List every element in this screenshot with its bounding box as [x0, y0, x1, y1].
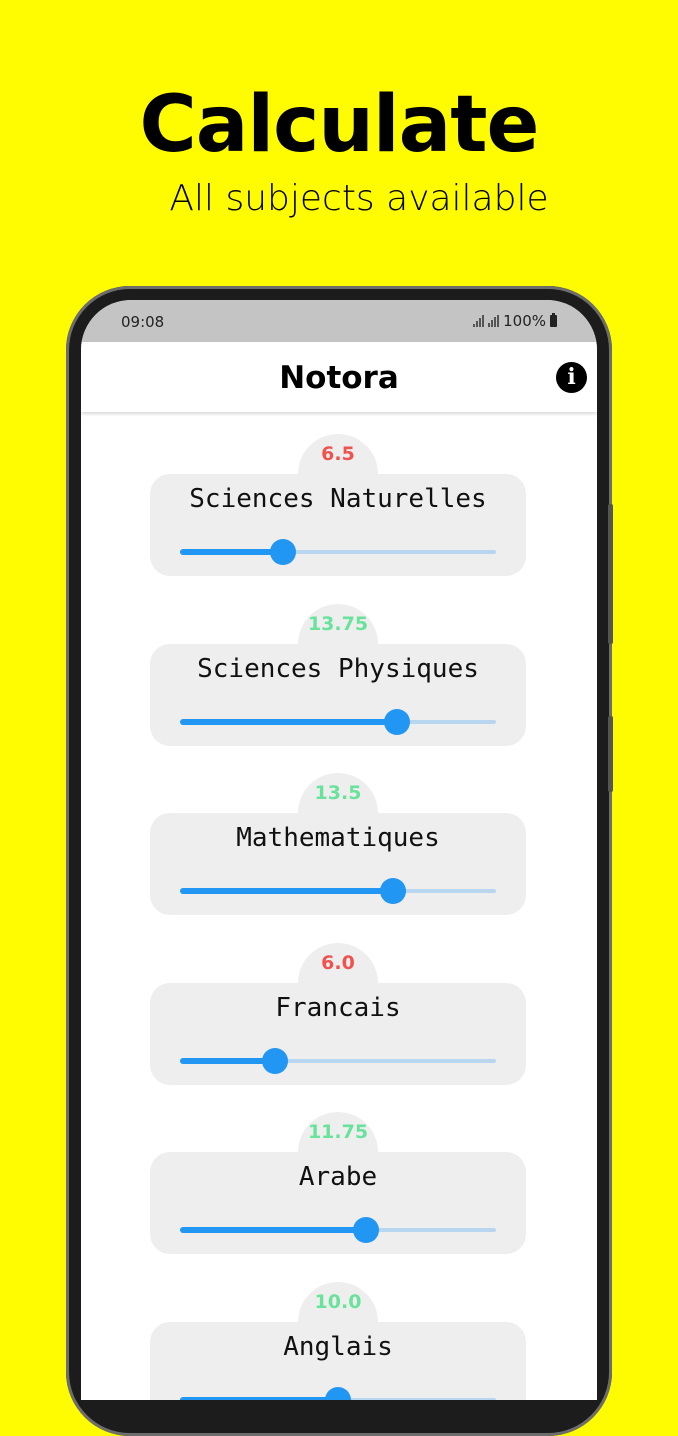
subject-card: 13.75 Sciences Physiques: [150, 603, 526, 749]
slider-thumb[interactable]: [380, 878, 407, 904]
grade-slider[interactable]: [180, 1386, 496, 1400]
wifi-signal-icon: [473, 315, 485, 327]
grade-slider[interactable]: [180, 539, 496, 565]
app-title: Notora: [279, 360, 399, 396]
status-time: 09:08: [121, 313, 165, 331]
cell-signal-icon: [488, 315, 500, 327]
status-bar: 09:08 100%: [81, 300, 597, 342]
status-indicators: 100%: [473, 312, 557, 330]
subject-card: 10.0 Anglais: [150, 1281, 526, 1400]
grade-slider[interactable]: [180, 878, 496, 904]
slider-fill: [180, 1057, 275, 1064]
subject-card-body: Sciences Naturelles: [150, 474, 526, 576]
phone-side-button: [608, 504, 613, 644]
slider-thumb[interactable]: [269, 539, 296, 565]
subject-card-body: Sciences Physiques: [150, 643, 526, 746]
slider-thumb[interactable]: [384, 708, 411, 735]
slider-fill: [180, 888, 394, 894]
battery-percent: 100%: [503, 312, 546, 330]
subject-card-body: Arabe: [150, 1152, 526, 1254]
subject-card-body: Anglais: [150, 1321, 526, 1400]
subject-card-body: Francais: [150, 982, 526, 1085]
subject-name: Sciences Naturelles: [189, 484, 487, 514]
grade-slider[interactable]: [180, 708, 496, 735]
subject-card: 6.5 Sciences Naturelles: [150, 434, 526, 579]
subject-name: Arabe: [298, 1162, 378, 1192]
slider-fill: [180, 1396, 338, 1400]
subject-name: Sciences Physiques: [197, 653, 479, 684]
slider-fill: [180, 718, 398, 725]
slider-fill: [180, 549, 283, 555]
grade-slider[interactable]: [180, 1047, 496, 1074]
slider-thumb[interactable]: [261, 1047, 288, 1074]
slider-thumb[interactable]: [352, 1217, 379, 1243]
grade-slider[interactable]: [180, 1217, 496, 1243]
subject-card: 13.5 Mathematiques: [150, 773, 526, 918]
slider-thumb[interactable]: [325, 1386, 351, 1400]
promo-title: Calculate: [139, 80, 540, 170]
subject-name: Anglais: [283, 1331, 393, 1362]
subject-name: Francais: [275, 992, 401, 1023]
subject-name: Mathematiques: [236, 823, 440, 853]
battery-icon: [550, 313, 557, 327]
info-icon[interactable]: i: [556, 362, 587, 393]
phone-screen: 09:08 100% Notora i 6.5 Sciences Naturell…: [81, 300, 597, 1400]
subject-card: 6.0 Francais: [150, 942, 526, 1088]
subject-card: 11.75 Arabe: [150, 1112, 526, 1257]
slider-fill: [180, 1227, 366, 1233]
phone-side-button: [608, 716, 613, 792]
promo-subtitle: All subjects available: [169, 178, 549, 219]
subject-card-body: Mathematiques: [150, 813, 526, 915]
app-bar: Notora i: [81, 342, 597, 412]
